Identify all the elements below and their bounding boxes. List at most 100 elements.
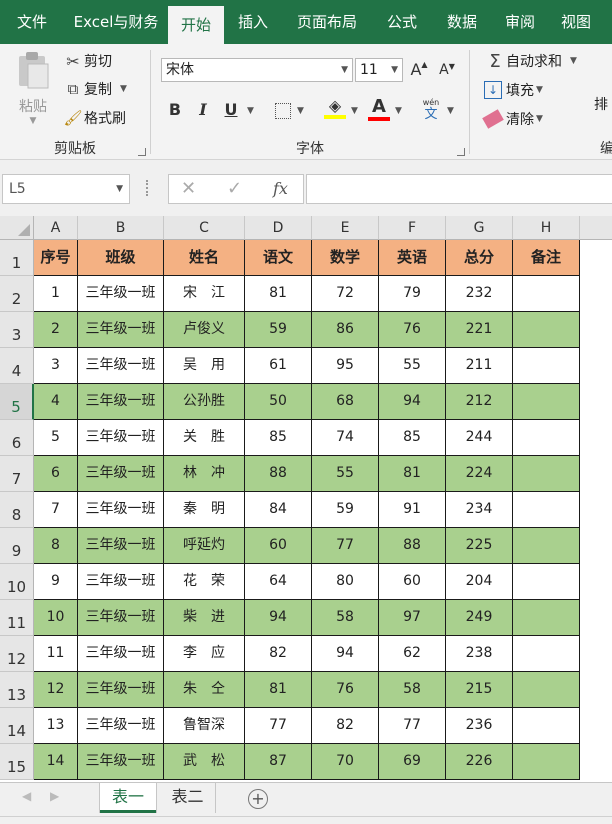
table-cell[interactable] — [513, 348, 580, 384]
fill-button[interactable]: ↓ 填充 ▼ — [484, 79, 543, 101]
row-header[interactable]: 10 — [0, 564, 34, 600]
row-header[interactable]: 12 — [0, 636, 34, 672]
table-cell[interactable]: 三年级一班 — [78, 744, 164, 780]
drag-handle-icon[interactable] — [146, 180, 150, 196]
table-cell[interactable]: 鲁智深 — [164, 708, 245, 744]
table-cell[interactable] — [513, 672, 580, 708]
table-cell[interactable] — [513, 276, 580, 312]
row-header[interactable]: 13 — [0, 672, 34, 708]
table-cell[interactable]: 82 — [245, 636, 312, 672]
table-cell[interactable]: 9 — [34, 564, 78, 600]
table-cell[interactable]: 三年级一班 — [78, 672, 164, 708]
table-cell[interactable]: 6 — [34, 456, 78, 492]
scroll-right-icon[interactable]: ▶ — [50, 789, 59, 803]
table-cell[interactable] — [513, 312, 580, 348]
column-header[interactable]: D — [245, 216, 312, 240]
table-cell[interactable]: 81 — [379, 456, 446, 492]
fill-color-button[interactable]: ◈ — [323, 96, 347, 119]
insert-function-icon[interactable]: fx — [273, 179, 288, 198]
table-cell[interactable]: 236 — [446, 708, 513, 744]
table-cell[interactable]: 4 — [34, 384, 78, 420]
table-cell[interactable]: 58 — [312, 600, 379, 636]
table-cell[interactable]: 林 冲 — [164, 456, 245, 492]
bold-button[interactable]: B — [163, 100, 187, 119]
chevron-down-icon[interactable]: ▼ — [447, 106, 454, 116]
table-cell[interactable]: 呼延灼 — [164, 528, 245, 564]
formula-input[interactable] — [306, 174, 612, 204]
ribbon-tab[interactable]: 审阅 — [492, 0, 548, 44]
column-header[interactable]: F — [379, 216, 446, 240]
table-cell[interactable]: 72 — [312, 276, 379, 312]
table-cell[interactable] — [513, 564, 580, 600]
table-cell[interactable]: 14 — [34, 744, 78, 780]
table-cell[interactable]: 60 — [379, 564, 446, 600]
table-cell[interactable]: 11 — [34, 636, 78, 672]
table-cell[interactable]: 234 — [446, 492, 513, 528]
table-header-cell[interactable]: 英语 — [379, 240, 446, 276]
table-cell[interactable]: 花 荣 — [164, 564, 245, 600]
table-cell[interactable]: 91 — [379, 492, 446, 528]
table-cell[interactable]: 225 — [446, 528, 513, 564]
clipboard-dialog-launcher-icon[interactable] — [138, 148, 146, 156]
ribbon-tab[interactable]: 插入 — [224, 0, 282, 44]
table-cell[interactable]: 三年级一班 — [78, 492, 164, 528]
table-cell[interactable]: 三年级一班 — [78, 420, 164, 456]
row-header[interactable]: 14 — [0, 708, 34, 744]
table-cell[interactable]: 1 — [34, 276, 78, 312]
table-cell[interactable] — [513, 528, 580, 564]
table-cell[interactable]: 215 — [446, 672, 513, 708]
table-cell[interactable]: 84 — [245, 492, 312, 528]
table-cell[interactable]: 柴 进 — [164, 600, 245, 636]
table-cell[interactable]: 三年级一班 — [78, 636, 164, 672]
table-cell[interactable]: 77 — [379, 708, 446, 744]
ribbon-tab[interactable]: 文件 — [0, 0, 64, 44]
table-cell[interactable]: 232 — [446, 276, 513, 312]
table-cell[interactable]: 94 — [379, 384, 446, 420]
table-cell[interactable]: 吴 用 — [164, 348, 245, 384]
table-cell[interactable]: 81 — [245, 672, 312, 708]
table-cell[interactable]: 87 — [245, 744, 312, 780]
table-cell[interactable]: 77 — [312, 528, 379, 564]
table-cell[interactable]: 68 — [312, 384, 379, 420]
table-cell[interactable]: 249 — [446, 600, 513, 636]
chevron-down-icon[interactable]: ▼ — [351, 106, 358, 116]
table-cell[interactable]: 武 松 — [164, 744, 245, 780]
table-cell[interactable]: 69 — [379, 744, 446, 780]
table-header-cell[interactable]: 总分 — [446, 240, 513, 276]
chevron-down-icon[interactable]: ▼ — [297, 106, 304, 116]
add-sheet-button[interactable]: + — [248, 789, 268, 809]
table-cell[interactable]: 7 — [34, 492, 78, 528]
table-cell[interactable]: 三年级一班 — [78, 276, 164, 312]
increase-font-size-button[interactable]: A▲ — [407, 60, 431, 79]
row-header[interactable]: 9 — [0, 528, 34, 564]
table-cell[interactable]: 76 — [312, 672, 379, 708]
table-cell[interactable] — [513, 744, 580, 780]
chevron-down-icon[interactable]: ▼ — [247, 106, 254, 116]
table-cell[interactable]: 64 — [245, 564, 312, 600]
sheet-tab[interactable]: 表二 — [160, 783, 216, 813]
ribbon-tab[interactable]: 数据 — [432, 0, 492, 44]
table-cell[interactable]: 226 — [446, 744, 513, 780]
font-name-select[interactable]: 宋体 ▼ — [161, 58, 353, 82]
clear-button[interactable]: 清除 ▼ — [482, 108, 543, 130]
table-cell[interactable]: 三年级一班 — [78, 312, 164, 348]
table-cell[interactable]: 61 — [245, 348, 312, 384]
table-cell[interactable]: 三年级一班 — [78, 456, 164, 492]
table-cell[interactable]: 55 — [379, 348, 446, 384]
column-header[interactable]: G — [446, 216, 513, 240]
table-cell[interactable]: 秦 明 — [164, 492, 245, 528]
row-header[interactable]: 3 — [0, 312, 34, 348]
row-header[interactable]: 15 — [0, 744, 34, 780]
table-cell[interactable]: 卢俊义 — [164, 312, 245, 348]
scroll-left-icon[interactable]: ◀ — [22, 789, 31, 803]
table-cell[interactable]: 97 — [379, 600, 446, 636]
table-cell[interactable]: 5 — [34, 420, 78, 456]
table-header-cell[interactable]: 序号 — [34, 240, 78, 276]
table-cell[interactable]: 60 — [245, 528, 312, 564]
table-cell[interactable]: 62 — [379, 636, 446, 672]
table-cell[interactable]: 三年级一班 — [78, 564, 164, 600]
table-cell[interactable]: 朱 仝 — [164, 672, 245, 708]
ribbon-tab[interactable]: 开始 — [168, 6, 224, 44]
table-cell[interactable]: 58 — [379, 672, 446, 708]
row-header[interactable]: 11 — [0, 600, 34, 636]
